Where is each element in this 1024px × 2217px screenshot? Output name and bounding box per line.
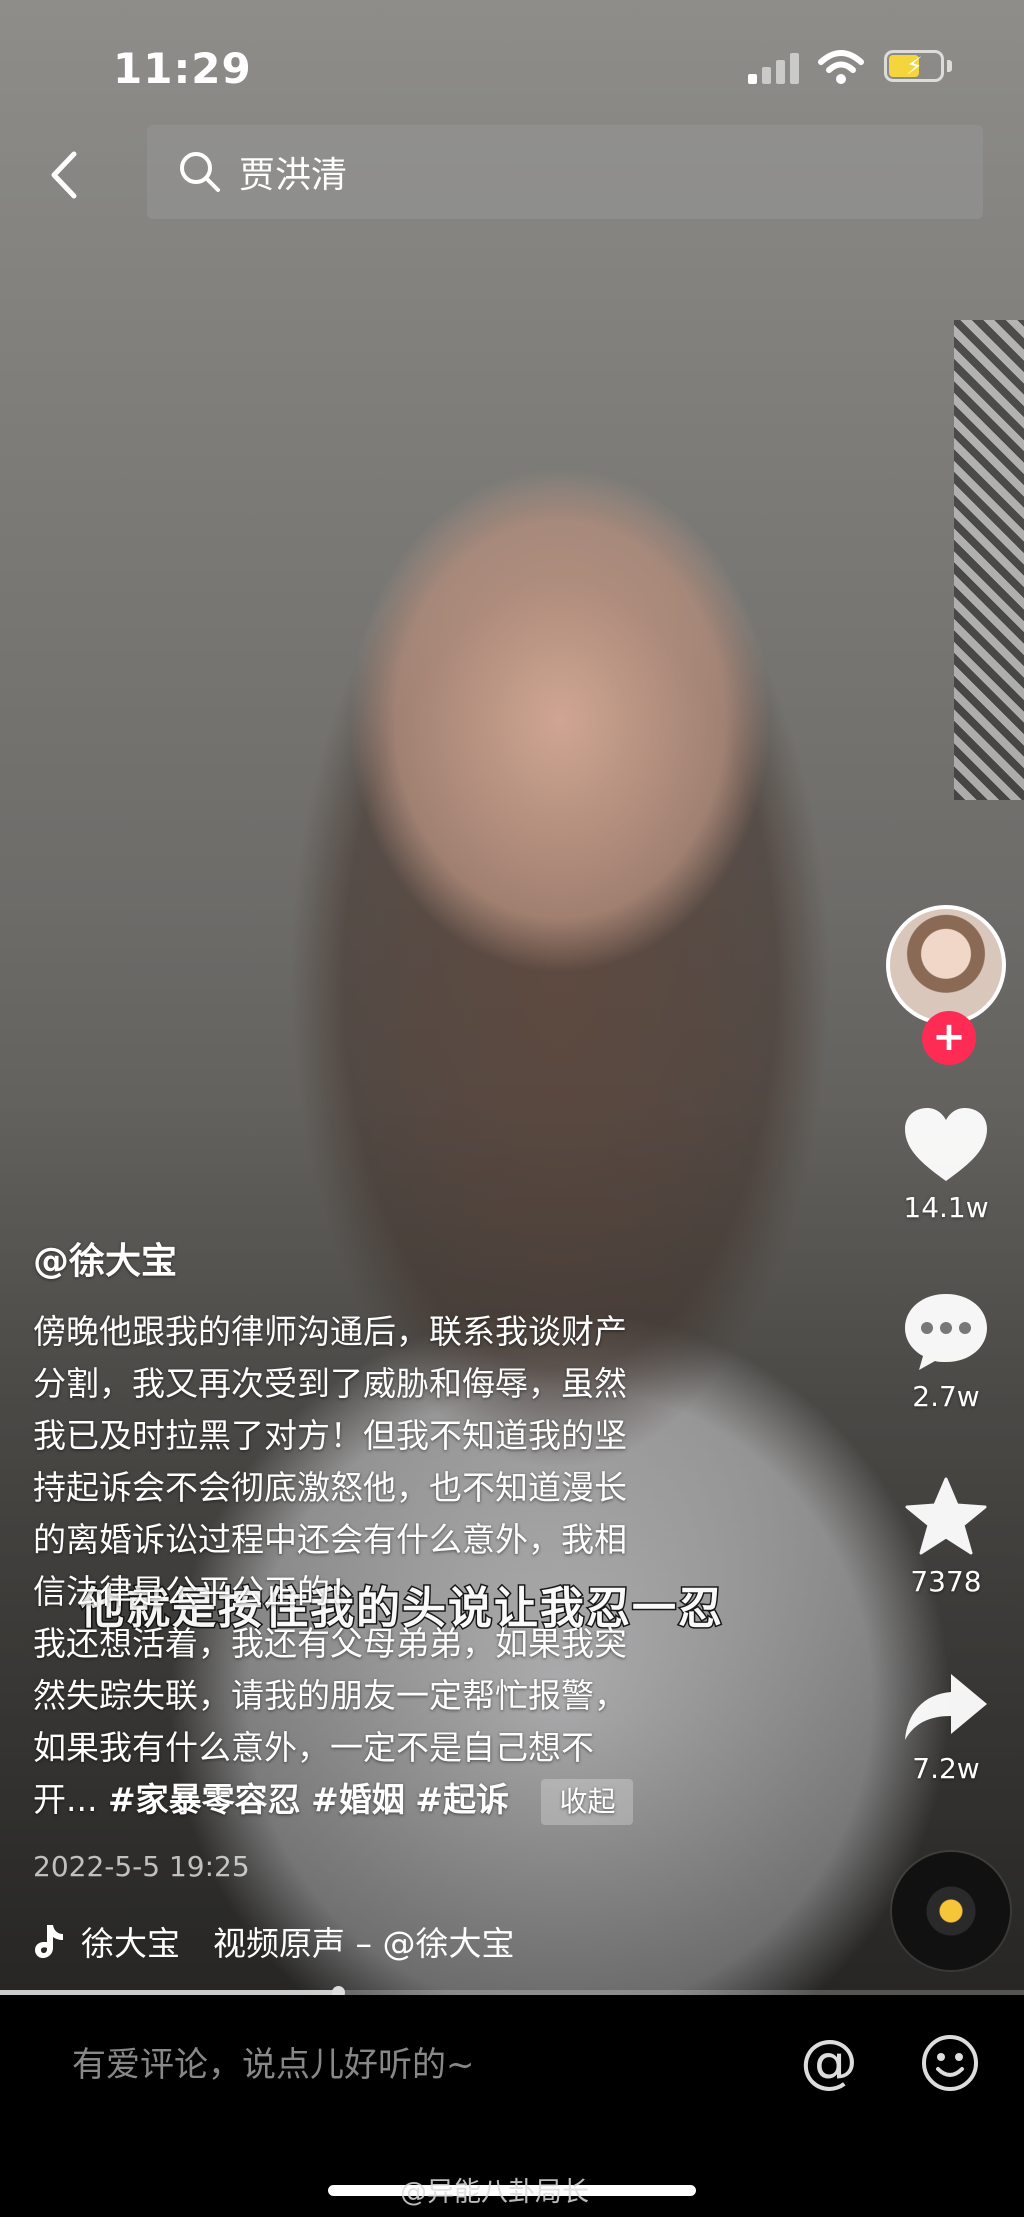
hashtag-link[interactable]: #家暴零容忍 bbox=[108, 1780, 301, 1819]
mention-button[interactable]: @ bbox=[800, 2031, 858, 2091]
comment-input[interactable]: 有爱评论，说点儿好听的~ bbox=[72, 2037, 475, 2086]
wifi-icon bbox=[818, 50, 864, 84]
collapse-button[interactable]: 收起 bbox=[541, 1778, 634, 1825]
comment-count: 2.7w bbox=[912, 1380, 980, 1413]
battery-icon: ⚡ bbox=[884, 50, 954, 84]
status-time: 11:29 bbox=[113, 44, 252, 93]
like-count: 14.1w bbox=[903, 1191, 989, 1224]
search-icon bbox=[180, 152, 220, 192]
caption-line: 分割，我又再次受到了威胁和侮辱，虽然 bbox=[33, 1364, 627, 1403]
back-icon bbox=[51, 151, 77, 199]
cellular-signal-icon bbox=[748, 52, 800, 84]
favorite-button[interactable]: 7378 bbox=[880, 1475, 1012, 1598]
caption-line: 然失踪失联，请我的朋友一定帮忙报警， bbox=[33, 1676, 627, 1715]
video-background-detail bbox=[954, 320, 1024, 800]
like-button[interactable]: 14.1w bbox=[880, 1105, 1012, 1224]
caption-line: 我还想活着，我还有父母弟弟，如果我突 bbox=[33, 1624, 627, 1663]
author-avatar[interactable] bbox=[886, 905, 1006, 1025]
heart-icon bbox=[905, 1108, 987, 1181]
follow-button[interactable]: + bbox=[922, 1011, 976, 1065]
share-icon bbox=[905, 1674, 987, 1740]
caption-prefix: 开... bbox=[33, 1780, 98, 1819]
music-info[interactable]: 徐大宝 视频原声 – @徐大宝 bbox=[33, 1916, 553, 1966]
share-button[interactable]: 7.2w bbox=[880, 1670, 1012, 1785]
hashtag-link[interactable]: #起诉 bbox=[415, 1780, 509, 1819]
music-disc[interactable] bbox=[892, 1852, 1010, 1970]
hashtag-link[interactable]: #婚姻 bbox=[311, 1780, 405, 1819]
caption-line: 持起诉会不会彻底激怒他，也不知道漫长 bbox=[33, 1468, 627, 1507]
favorite-count: 7378 bbox=[910, 1565, 982, 1598]
comment-icon bbox=[905, 1294, 987, 1370]
video-caption: 傍晚他跟我的律师沟通后，联系我谈财产 分割，我又再次受到了威胁和侮辱，虽然 我已… bbox=[33, 1306, 753, 1826]
music-note-icon bbox=[35, 1925, 63, 1958]
watermark: @异能八卦局长 bbox=[400, 2177, 589, 2208]
comment-button[interactable]: 2.7w bbox=[880, 1290, 1012, 1413]
search-query: 贾洪清 bbox=[239, 155, 348, 196]
caption-last-line: 开... #家暴零容忍 #婚姻 #起诉 收起 bbox=[33, 1774, 753, 1826]
star-icon bbox=[905, 1477, 987, 1555]
search-bar[interactable]: 贾洪清 bbox=[147, 125, 983, 219]
author-handle[interactable]: @徐大宝 bbox=[33, 1232, 177, 1284]
emoji-icon[interactable] bbox=[920, 2033, 980, 2093]
back-button[interactable] bbox=[38, 145, 88, 205]
music-title: 徐大宝 视频原声 – @徐大宝 bbox=[81, 1924, 515, 1963]
caption-line: 傍晚他跟我的律师沟通后，联系我谈财产 bbox=[33, 1312, 627, 1351]
status-bar: 11:29 ⚡ bbox=[0, 0, 1024, 120]
share-count: 7.2w bbox=[912, 1752, 980, 1785]
comment-bar: 有爱评论，说点儿好听的~ @ @异能八卦局长 bbox=[0, 1995, 1024, 2217]
caption-line: 如果我有什么意外，一定不是自己想不 bbox=[33, 1728, 594, 1767]
caption-line: 信法律是公平公正的！ bbox=[33, 1572, 363, 1611]
post-date: 2022-5-5 19:25 bbox=[33, 1850, 250, 1883]
caption-line: 我已及时拉黑了对方！但我不知道我的坚 bbox=[33, 1416, 627, 1455]
caption-line: 的离婚诉讼过程中还会有什么意外，我相 bbox=[33, 1520, 627, 1559]
